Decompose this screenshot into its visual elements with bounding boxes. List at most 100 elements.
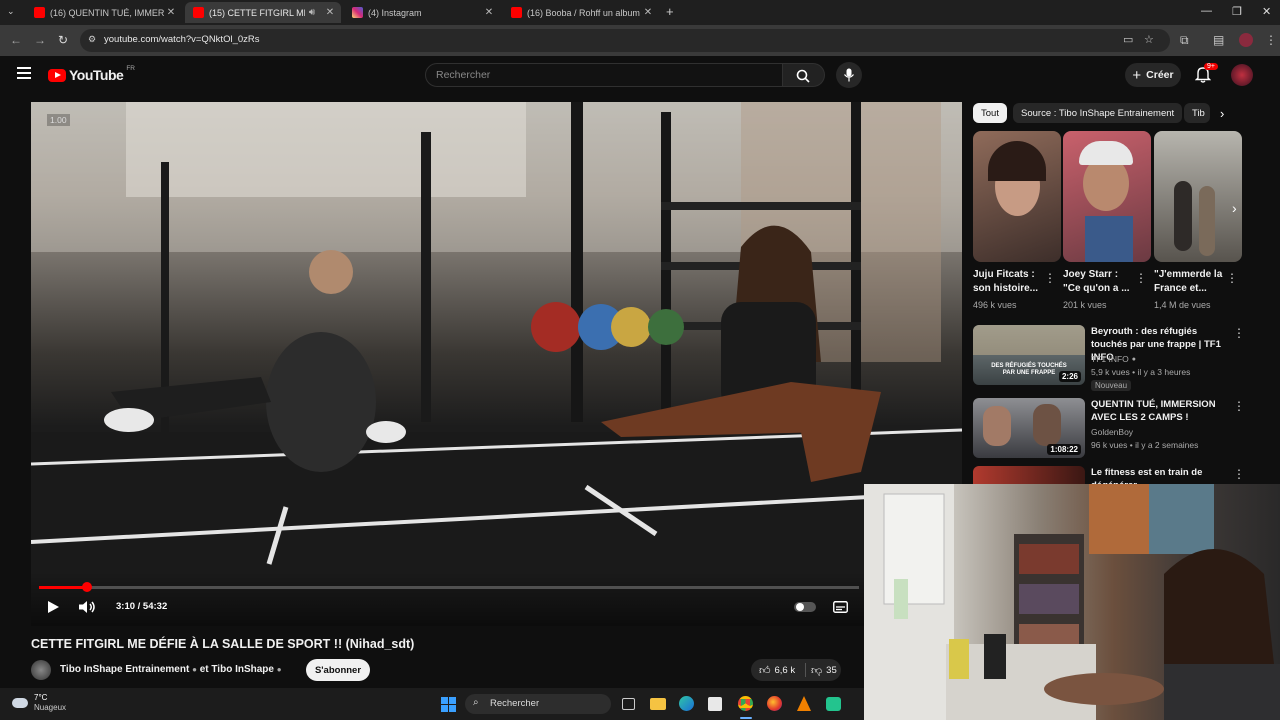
short-thumbnail[interactable] xyxy=(1154,131,1242,262)
tab-list-dropdown-icon[interactable]: ⌄ xyxy=(7,6,15,17)
notifications-button[interactable]: 9+ xyxy=(1194,63,1218,88)
video-title-link[interactable]: QUENTIN TUÉ, IMMERSION AVEC LES 2 CAMPS … xyxy=(1091,398,1226,424)
bookmark-star-icon[interactable]: ☆ xyxy=(1144,33,1154,46)
browser-tab-1[interactable]: (16) QUENTIN TUÉ, IMMERSION ✕ xyxy=(26,2,182,23)
close-icon[interactable]: ✕ xyxy=(482,7,496,18)
extensions-icon[interactable]: ⧉ xyxy=(1180,33,1189,48)
progress-bar[interactable] xyxy=(39,582,859,592)
subtitles-icon[interactable] xyxy=(833,601,848,613)
video-duration: 1:08:22 xyxy=(1047,444,1081,455)
channel-name[interactable]: GoldenBoy xyxy=(1091,427,1133,437)
url-field[interactable]: ⚙ youtube.com/watch?v=QNktOl_0zRs ▭ ☆ xyxy=(80,29,1170,52)
play-icon[interactable] xyxy=(46,600,60,614)
chip-tibo[interactable]: Tib xyxy=(1184,103,1210,123)
store-icon[interactable] xyxy=(708,697,722,711)
forward-icon[interactable]: → xyxy=(34,33,46,47)
short-title[interactable]: Juju Fitcats : son histoire... xyxy=(973,268,1043,296)
windows-start-icon[interactable] xyxy=(441,697,456,712)
minimize-icon[interactable]: — xyxy=(1201,5,1212,17)
short-thumbnail[interactable] xyxy=(1063,131,1151,262)
video-thumbnail[interactable]: 1:08:22 xyxy=(973,398,1085,458)
cast-icon[interactable]: ▭ xyxy=(1123,33,1133,46)
video-meta: 96 k vues • il y a 2 semaines xyxy=(1091,440,1199,450)
hamburger-menu-icon[interactable] xyxy=(17,67,31,79)
profile-avatar[interactable] xyxy=(1239,33,1253,47)
search-icon: ⌕ xyxy=(473,697,479,708)
sidebar-icon[interactable]: ▤ xyxy=(1213,33,1224,47)
youtube-logo[interactable]: YouTube FR xyxy=(48,65,135,83)
browser-tab-3[interactable]: (4) Instagram ✕ xyxy=(344,2,500,23)
verified-badge-icon: ● xyxy=(1131,355,1137,363)
weather-condition: Nuageux xyxy=(34,703,67,712)
autoplay-toggle[interactable] xyxy=(794,602,816,612)
back-icon[interactable]: ← xyxy=(10,33,22,47)
close-icon[interactable]: ✕ xyxy=(164,7,178,18)
dislike-button[interactable]: 👎︎ 35 xyxy=(811,664,837,677)
video-title: CETTE FITGIRL ME DÉFIE À LA SALLE DE SPO… xyxy=(31,637,415,651)
chevron-right-icon[interactable]: › xyxy=(1220,106,1224,121)
short-thumbnail[interactable] xyxy=(973,131,1061,262)
reload-icon[interactable]: ↻ xyxy=(58,33,68,47)
subscribe-button[interactable]: S'abonner xyxy=(306,659,370,681)
like-dislike-group: 👍︎ 6,6 k 👎︎ 35 xyxy=(751,659,841,681)
short-title[interactable]: Joey Starr : "Ce qu'on a ... xyxy=(1063,268,1133,296)
microphone-icon xyxy=(844,68,854,82)
taskbar-search-label: Rechercher xyxy=(490,698,540,709)
tab-title: (16) Booba / Rohff un album en xyxy=(527,7,641,18)
url-text: youtube.com/watch?v=QNktOl_0zRs xyxy=(104,34,260,45)
more-options-icon[interactable]: ⋮ xyxy=(1233,467,1245,481)
search-input[interactable]: Rechercher xyxy=(425,63,783,87)
thumbs-down-icon: 👎︎ xyxy=(811,665,823,677)
search-button[interactable] xyxy=(783,63,825,87)
progress-scrubber[interactable] xyxy=(81,582,92,592)
shorts-next-icon[interactable]: › xyxy=(1232,200,1237,216)
volume-icon[interactable] xyxy=(78,600,96,614)
chip-source[interactable]: Source : Tibo InShape Entrainement xyxy=(1013,103,1183,123)
app-icon[interactable] xyxy=(826,697,841,711)
chrome-icon[interactable] xyxy=(738,696,753,711)
taskbar-search[interactable]: ⌕ Rechercher xyxy=(465,694,611,714)
channel-name-primary[interactable]: Tibo InShape Entrainement xyxy=(60,664,189,675)
channel-name-text[interactable]: TF1 INFO xyxy=(1091,354,1129,364)
file-explorer-icon[interactable] xyxy=(650,698,666,710)
like-button[interactable]: 👍︎ 6,6 k xyxy=(759,664,795,677)
firefox-icon[interactable] xyxy=(767,696,782,711)
channel-name-secondary[interactable]: Tibo InShape xyxy=(211,664,274,675)
new-tab-icon[interactable]: + xyxy=(666,4,674,19)
search-placeholder: Rechercher xyxy=(436,69,491,81)
weather-widget[interactable]: 7°C Nuageux xyxy=(12,693,66,713)
more-options-icon[interactable]: ⋮ xyxy=(1135,271,1147,285)
short-title[interactable]: "J'emmerde la France et... xyxy=(1154,268,1226,296)
channel-avatar[interactable] xyxy=(31,660,51,680)
account-avatar[interactable] xyxy=(1231,64,1253,86)
close-icon[interactable]: ✕ xyxy=(641,7,655,18)
more-options-icon[interactable]: ⋮ xyxy=(1233,326,1245,340)
browser-menu-icon[interactable]: ⋮ xyxy=(1265,33,1277,47)
site-info-icon[interactable]: ⚙ xyxy=(88,34,96,45)
task-view-icon[interactable] xyxy=(622,698,635,710)
video-duration: 2:26 xyxy=(1058,371,1081,382)
more-options-icon[interactable]: ⋮ xyxy=(1044,271,1056,285)
video-meta: 5,9 k vues • il y a 3 heures xyxy=(1091,367,1191,377)
close-window-icon[interactable]: ✕ xyxy=(1262,5,1271,18)
chip-all[interactable]: Tout xyxy=(973,103,1007,123)
video-title-link[interactable]: Le fitness est en train de dégénérer xyxy=(1091,466,1226,484)
video-frame xyxy=(31,102,962,626)
browser-tab-4[interactable]: (16) Booba / Rohff un album en ✕ xyxy=(503,2,659,23)
edge-icon[interactable] xyxy=(679,696,694,711)
create-button[interactable]: + Créer xyxy=(1125,63,1181,87)
vlc-icon[interactable] xyxy=(797,696,811,711)
browser-tab-2[interactable]: (15) CETTE FITGIRL ME DÉFI 🔊︎ ✕ xyxy=(185,2,341,23)
tab-title: (15) CETTE FITGIRL ME DÉFI xyxy=(209,7,305,18)
time-display: 3:10 / 54:32 xyxy=(116,601,168,612)
more-options-icon[interactable]: ⋮ xyxy=(1226,271,1238,285)
video-thumbnail[interactable] xyxy=(973,466,1085,484)
voice-search-button[interactable] xyxy=(836,62,862,88)
player-controls: 3:10 / 54:32 xyxy=(31,572,962,626)
video-player[interactable]: 1.00 3:10 / 54:32 xyxy=(31,102,962,626)
more-options-icon[interactable]: ⋮ xyxy=(1233,399,1245,413)
maximize-icon[interactable]: ❐ xyxy=(1232,5,1242,18)
video-thumbnail[interactable]: DES RÉFUGIÉS TOUCHÉS PAR UNE FRAPPE 2:26 xyxy=(973,325,1085,385)
speaker-icon[interactable]: 🔊︎ xyxy=(305,7,319,18)
close-icon[interactable]: ✕ xyxy=(323,7,337,18)
